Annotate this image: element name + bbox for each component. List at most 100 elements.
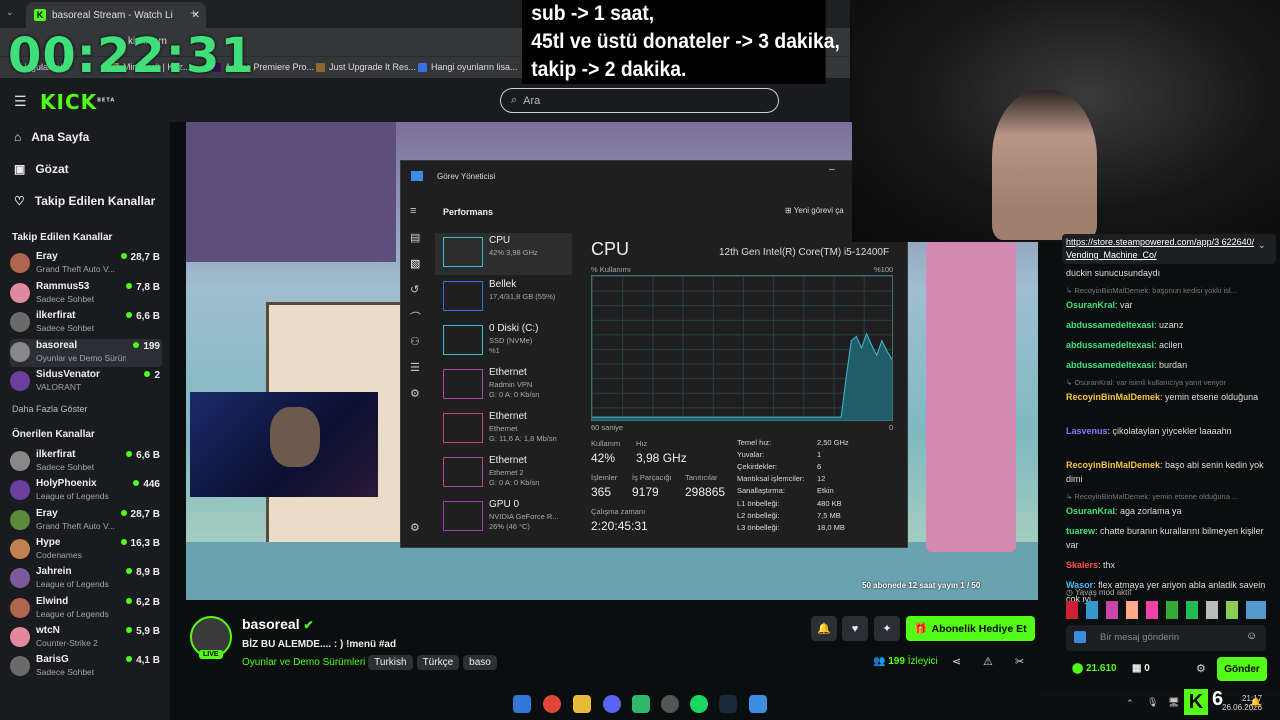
chat-username[interactable]: RecoyinBinMalDemek <box>1066 392 1160 402</box>
report-icon[interactable]: ⚠ <box>983 655 993 668</box>
chat-username[interactable]: abdussamedeltexasi <box>1066 320 1154 330</box>
services-icon[interactable]: ⚙ <box>410 387 420 400</box>
chat-message[interactable]: tuarew: chatte buranın kurallarını bilme… <box>1066 524 1266 552</box>
chat-username[interactable]: tuarew <box>1066 526 1095 536</box>
windows-start-icon[interactable] <box>513 695 531 713</box>
sparkle-icon[interactable]: ✦ <box>874 616 900 641</box>
chevron-down-icon[interactable]: ⌄ <box>1258 240 1266 251</box>
channel-points[interactable]: ⬤ 21.610 <box>1072 663 1117 674</box>
channel-item[interactable]: Jahrein League of Legends 8,9 B <box>10 565 162 593</box>
nav-browse[interactable]: ▣ Gözat <box>14 162 69 176</box>
nav-home[interactable]: ⌂ Ana Sayfa <box>14 130 89 144</box>
users-icon[interactable]: ⚇ <box>410 335 420 348</box>
chat-message[interactable]: Skalers: thx <box>1066 558 1266 572</box>
channel-item[interactable]: Elwind League of Legends 6,2 B <box>10 595 162 623</box>
perf-item[interactable]: Ethernet Ethernet G: 11,6 A: 1,8 Mb/sn <box>435 409 572 451</box>
bookmark-4[interactable]: Hangi oyunların lisa... <box>418 62 518 73</box>
steam-icon[interactable] <box>719 695 737 713</box>
processes-icon[interactable]: ▤ <box>410 231 420 244</box>
clip-icon[interactable]: ✂ <box>1015 655 1024 668</box>
chat-message[interactable]: OsuranKral: var <box>1066 298 1266 312</box>
task-manager-window[interactable]: Görev Yöneticisi – Performans ⊞ Yeni gör… <box>400 160 908 548</box>
gift-count[interactable]: ▦ 0 <box>1132 663 1150 674</box>
perf-item[interactable]: Ethernet Radmin VPN G: 0 A: 0 Kb/sn <box>435 365 572 407</box>
emote-bar[interactable] <box>1066 601 1266 619</box>
chat-message[interactable]: Lasvenus: çikolataylan yiycekler laaaahn <box>1066 424 1266 438</box>
chat-username[interactable]: Skalers <box>1066 560 1098 570</box>
perf-item[interactable]: Ethernet Ethernet 2 G: 0 A: 0 Kb/sn <box>435 453 572 495</box>
chrome-icon[interactable] <box>543 695 561 713</box>
pinned-message[interactable]: https://store.steampowered.com/app/3 622… <box>1062 234 1276 264</box>
file-explorer-icon[interactable] <box>573 695 591 713</box>
channel-item[interactable]: Eray Grand Theft Auto V... 28,7 B <box>10 250 162 278</box>
chat-username[interactable]: OsuranKral <box>1066 300 1115 310</box>
new-tab-icon[interactable]: + <box>190 6 197 20</box>
history-icon[interactable]: ↺ <box>410 283 419 296</box>
channel-name[interactable]: basoreal ✔ <box>242 616 314 632</box>
nav-following[interactable]: ♡ Takip Edilen Kanallar <box>14 194 155 208</box>
perf-item[interactable]: GPU 0 NVIDIA GeForce R... 26% (46 °C) <box>435 497 572 539</box>
channel-item[interactable]: BarisG Sadece Sohbet 4,1 B <box>10 653 162 681</box>
channel-item[interactable]: Rammus53 Sadece Sohbet 7,8 B <box>10 280 162 308</box>
channel-item[interactable]: ilkerfirat Sadece Sohbet 6,6 B <box>10 309 162 337</box>
discord-icon[interactable] <box>603 695 621 713</box>
gift-sub-button[interactable]: 🎁 Abonelik Hediye Et <box>906 616 1035 641</box>
show-more-link[interactable]: Daha Fazla Göster <box>12 404 88 414</box>
kick-logo[interactable]: KICKBETA <box>40 90 115 114</box>
chat-message[interactable]: duckin sunucusundaydı <box>1066 266 1266 280</box>
mic-icon[interactable]: 🎙 <box>1147 697 1158 708</box>
performance-icon[interactable]: ▧ <box>410 257 420 270</box>
chat-username[interactable]: RecoyinBinMalDemek <box>1066 460 1160 470</box>
startup-icon[interactable]: ⌒ <box>410 309 421 325</box>
share-icon[interactable]: ⋖ <box>952 655 961 668</box>
bookmark-3[interactable]: Just Upgrade It Res... <box>316 62 416 73</box>
chat-message[interactable]: abdussamedeltexasi: uzarız <box>1066 318 1266 332</box>
details-icon[interactable]: ☰ <box>410 361 420 374</box>
stream-tag[interactable]: Türkçe <box>416 655 460 670</box>
channel-item[interactable]: Eray Grand Theft Auto V... 28,7 B <box>10 507 162 535</box>
channel-item[interactable]: Hype Codenames 16,3 B <box>10 536 162 564</box>
chat-message[interactable]: abdussamedeltexasi: acilen <box>1066 338 1266 352</box>
channel-item[interactable]: ilkerfirat Sadece Sohbet 6,6 B <box>10 448 162 476</box>
tab-search-icon[interactable]: ⌄ <box>6 7 14 18</box>
new-task-button[interactable]: ⊞ Yeni görevi ça <box>785 206 844 215</box>
chat-username[interactable]: abdussamedeltexasi <box>1066 340 1154 350</box>
chat-input[interactable]: Bir mesaj gönderin ☺ <box>1066 625 1266 651</box>
chat-message[interactable]: RecoyinBinMalDemek: başo abi senin kedin… <box>1066 458 1266 486</box>
emoji-icon[interactable]: ☺ <box>1246 630 1257 642</box>
chat-username[interactable]: abdussamedeltexasi <box>1066 360 1154 370</box>
network-icon[interactable]: 🖥 <box>1168 697 1179 708</box>
spotify-icon[interactable] <box>690 695 708 713</box>
channel-item[interactable]: basorealOyunlar ve Demo Sürüml... 199 <box>10 338 162 367</box>
chat-message[interactable]: RecoyinBinMalDemek: yemin etsene olduğun… <box>1066 390 1266 404</box>
stream-tag[interactable]: baso <box>463 655 497 670</box>
chat-settings-icon[interactable]: ⚙ <box>1196 662 1206 675</box>
tray-chevron-icon[interactable]: ⌃ <box>1126 698 1134 709</box>
chat-message[interactable]: OsuranKral: aga zorlama ya <box>1066 504 1266 518</box>
minimize-icon[interactable]: – <box>829 164 835 175</box>
notification-icon[interactable]: 🔔 <box>1250 697 1261 708</box>
perf-item[interactable]: CPU 42% 3,98 GHz <box>435 233 572 275</box>
channel-item[interactable]: wtcN Counter-Strike 2 5,9 B <box>10 624 162 652</box>
app-icon[interactable] <box>661 695 679 713</box>
chat-username[interactable]: Lasvenus <box>1066 426 1108 436</box>
app-icon[interactable] <box>632 695 650 713</box>
follow-heart-icon[interactable]: ♥ <box>842 616 868 641</box>
chat-username[interactable]: OsuranKral <box>1066 506 1115 516</box>
pinned-link[interactable]: https://store.steampowered.com/app/3 622… <box>1066 236 1256 262</box>
search-input[interactable]: ⌕ Ara <box>500 88 779 113</box>
channel-item[interactable]: SidusVenator VALORANT 2 <box>10 368 162 396</box>
notification-bell-icon[interactable]: 🔔 <box>811 616 837 641</box>
channel-item[interactable]: HolyPhoenix League of Legends 446 <box>10 477 162 505</box>
stream-category[interactable]: Oyunlar ve Demo Sürümleri <box>242 657 365 668</box>
chat-message[interactable]: abdussamedeltexasi: burdan <box>1066 358 1266 372</box>
hamburger-icon[interactable]: ≡ <box>410 205 416 217</box>
settings-icon[interactable]: ⚙ <box>410 521 420 534</box>
menu-icon[interactable]: ☰ <box>14 93 27 110</box>
browser-tab[interactable]: K basoreal Stream - Watch Li ✕ <box>26 2 206 28</box>
send-button[interactable]: Gönder <box>1217 657 1267 681</box>
task-manager-taskbar-icon[interactable] <box>749 695 767 713</box>
perf-item[interactable]: Bellek 17,4/31,8 GB (55%) <box>435 277 572 319</box>
perf-item[interactable]: 0 Diski (C:) SSD (NVMe) %1 <box>435 321 572 363</box>
stream-tag[interactable]: Turkish <box>368 655 413 670</box>
